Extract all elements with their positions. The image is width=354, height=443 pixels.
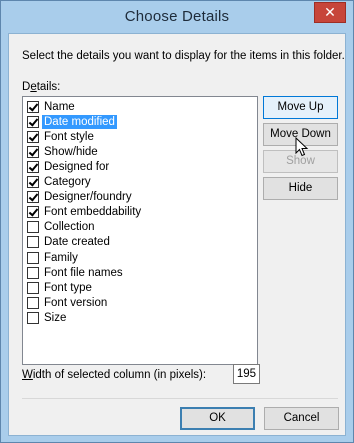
list-item-label: Font file names [44, 266, 123, 279]
checkbox[interactable] [27, 296, 39, 309]
title-bar[interactable]: Choose Details ✕ [1, 1, 353, 33]
list-item[interactable]: Font style [27, 129, 96, 144]
list-item-label: Designed for [44, 160, 110, 173]
column-width-input[interactable]: 195 [233, 364, 260, 384]
list-item-label: Show/hide [44, 145, 98, 158]
checkbox[interactable] [27, 311, 39, 324]
checkbox[interactable] [27, 266, 39, 279]
checkbox[interactable] [27, 145, 39, 158]
list-item[interactable]: Category [27, 175, 93, 190]
width-label: Width of selected column (in pixels): [22, 369, 207, 381]
list-item[interactable]: Font type [27, 280, 94, 295]
move-up-button[interactable]: Move Up [263, 96, 338, 119]
details-label: Details: [22, 81, 61, 93]
list-item-label: Date modified [42, 114, 117, 129]
checkbox[interactable] [27, 281, 39, 294]
checkbox[interactable] [27, 100, 39, 113]
list-item[interactable]: Designer/foundry [27, 190, 134, 205]
divider [22, 398, 338, 399]
close-button[interactable]: ✕ [314, 2, 346, 23]
list-item-label: Size [44, 311, 67, 324]
list-item-label: Font embeddability [44, 206, 142, 219]
checkbox[interactable] [27, 115, 39, 128]
checkbox[interactable] [27, 251, 39, 264]
list-item-label: Date created [44, 236, 110, 249]
checkbox[interactable] [27, 221, 39, 234]
list-item-label: Name [44, 100, 75, 113]
list-item[interactable]: Family [27, 250, 80, 265]
dialog-body: Select the details you want to display f… [8, 33, 346, 436]
list-item[interactable]: Collection [27, 220, 97, 235]
checkbox[interactable] [27, 176, 39, 188]
checkbox[interactable] [27, 191, 39, 204]
mouse-pointer-icon [295, 137, 309, 157]
details-listbox[interactable]: Name Date modified Font style Show/hide Desi… [22, 96, 258, 365]
checkbox[interactable] [27, 236, 39, 249]
window-title: Choose Details [124, 8, 230, 25]
list-item[interactable]: Date created [27, 235, 112, 250]
checkbox[interactable] [27, 160, 39, 173]
list-item[interactable]: Font version [27, 295, 109, 310]
list-item[interactable]: Date modified [27, 114, 117, 129]
list-item[interactable]: Designed for [27, 159, 111, 174]
cancel-button[interactable]: Cancel [264, 407, 339, 430]
list-item-label: Category [44, 176, 91, 188]
choose-details-dialog: Choose Details ✕ Select the details you … [0, 0, 354, 443]
checkbox[interactable] [27, 206, 39, 219]
ok-button[interactable]: OK [180, 407, 255, 430]
hide-button[interactable]: Hide [263, 177, 338, 200]
list-item[interactable]: Size [27, 310, 68, 325]
description-text: Select the details you want to display f… [22, 50, 345, 62]
checkbox[interactable] [27, 130, 39, 143]
list-item[interactable]: Show/hide [27, 144, 100, 159]
list-item-label: Font version [44, 296, 108, 309]
list-item-label: Font type [44, 281, 92, 294]
list-item-label: Font style [44, 130, 94, 143]
list-item-label: Family [44, 251, 78, 264]
list-item[interactable]: Name [27, 99, 77, 114]
list-item[interactable]: Font file names [27, 265, 125, 280]
list-item[interactable]: Font embeddability [27, 205, 143, 220]
list-item-label: Designer/foundry [44, 191, 132, 204]
list-item-label: Collection [44, 221, 95, 234]
